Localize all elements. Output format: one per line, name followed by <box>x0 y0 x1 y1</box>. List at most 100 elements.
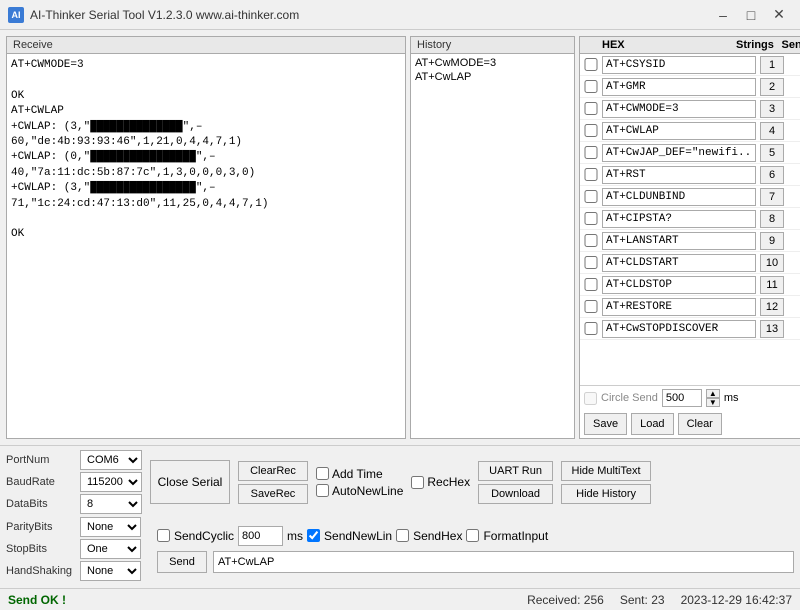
received-info: Received: 256 <box>527 593 604 607</box>
mt-row-checkbox[interactable] <box>584 80 598 93</box>
portnum-select[interactable]: COM6 <box>80 450 142 470</box>
maximize-button[interactable]: □ <box>738 4 764 26</box>
mt-row-send-button[interactable]: 10 <box>760 254 784 272</box>
send-newline-checkbox[interactable] <box>307 529 320 542</box>
mt-row-send-button[interactable]: 8 <box>760 210 784 228</box>
clear-rec-button[interactable]: ClearRec <box>238 461 308 481</box>
mt-row-input[interactable] <box>602 276 756 294</box>
rechex-checkbox[interactable] <box>411 476 424 489</box>
multitext-panel: HEX Strings Send 12345678910111213 Circl… <box>579 36 800 439</box>
mt-row-checkbox[interactable] <box>584 322 598 335</box>
circle-send-row: Circle Send ▲ ▼ ms <box>580 385 800 410</box>
mt-row-send-button[interactable]: 7 <box>760 188 784 206</box>
mt-save-button[interactable]: Save <box>584 413 627 435</box>
rec-buttons: ClearRec SaveRec <box>238 461 308 504</box>
handshaking-select[interactable]: None <box>80 561 141 581</box>
cyclic-input[interactable] <box>238 526 283 546</box>
receive-textarea[interactable]: AT+CWMODE=3 OK AT+CWLAP +CWLAP: (3,"████… <box>7 54 405 438</box>
mt-row-send-button[interactable]: 6 <box>760 166 784 184</box>
send-options-area: SendCyclic ms SendNewLin SendHex FormatI… <box>157 526 794 573</box>
mt-row: 1 <box>580 54 800 76</box>
handshaking-row: HandShaking None <box>6 561 141 581</box>
mt-row-input[interactable] <box>602 210 756 228</box>
mt-row: 7 <box>580 186 800 208</box>
circle-send-up[interactable]: ▲ <box>706 389 720 398</box>
stopbits-label: StopBits <box>6 543 76 555</box>
app-icon: AI <box>8 7 24 23</box>
uart-download-btns: UART Run Download <box>478 461 553 504</box>
format-input-checkbox[interactable] <box>466 529 479 542</box>
paritybits-label: ParityBits <box>6 521 76 533</box>
save-rec-button[interactable]: SaveRec <box>238 484 308 504</box>
auto-newline-checkbox[interactable] <box>316 484 329 497</box>
mt-row-send-button[interactable]: 1 <box>760 56 784 74</box>
window-controls: – □ ✕ <box>710 4 792 26</box>
databits-label: DataBits <box>6 498 76 510</box>
mt-row-checkbox[interactable] <box>584 124 598 137</box>
mt-row-send-button[interactable]: 12 <box>760 298 784 316</box>
mt-row-checkbox[interactable] <box>584 300 598 313</box>
mt-clear-button[interactable]: Clear <box>678 413 722 435</box>
mt-row-checkbox[interactable] <box>584 102 598 115</box>
close-button[interactable]: ✕ <box>766 4 792 26</box>
mt-row: 12 <box>580 296 800 318</box>
circle-send-ms: ms <box>724 392 739 404</box>
status-info: Received: 256 Sent: 23 2023-12-29 16:42:… <box>527 593 792 607</box>
mt-row-checkbox[interactable] <box>584 278 598 291</box>
mt-row-send-button[interactable]: 13 <box>760 320 784 338</box>
mt-row: 3 <box>580 98 800 120</box>
send-hex-checkbox[interactable] <box>396 529 409 542</box>
mt-row-input[interactable] <box>602 254 756 272</box>
mt-row-input[interactable] <box>602 56 756 74</box>
mt-row-input[interactable] <box>602 144 756 162</box>
mt-row-checkbox[interactable] <box>584 58 598 71</box>
hide-history-button[interactable]: Hide History <box>561 484 651 504</box>
multitext-rows: 12345678910111213 <box>580 54 800 385</box>
add-time-checkbox[interactable] <box>316 467 329 480</box>
mt-row-send-button[interactable]: 9 <box>760 232 784 250</box>
minimize-button[interactable]: – <box>710 4 736 26</box>
circle-send-checkbox[interactable] <box>584 392 597 405</box>
mt-row-input[interactable] <box>602 298 756 316</box>
mt-row-checkbox[interactable] <box>584 212 598 225</box>
mt-row-input[interactable] <box>602 166 756 184</box>
mt-row-input[interactable] <box>602 78 756 96</box>
mt-row: 8 <box>580 208 800 230</box>
send-newline-label: SendNewLin <box>324 529 392 543</box>
history-content: AT+CwMODE=3AT+CwLAP <box>411 54 574 438</box>
mt-row-send-button[interactable]: 3 <box>760 100 784 118</box>
hide-multitext-button[interactable]: Hide MultiText <box>561 461 651 481</box>
uart-run-button[interactable]: UART Run <box>478 461 553 481</box>
baudrate-select[interactable]: 115200 <box>80 472 142 492</box>
paritybits-select[interactable]: None <box>80 517 141 537</box>
close-serial-button[interactable]: Close Serial <box>150 460 230 504</box>
mt-row-checkbox[interactable] <box>584 234 598 247</box>
mt-row-checkbox[interactable] <box>584 168 598 181</box>
titlebar: AI AI-Thinker Serial Tool V1.2.3.0 www.a… <box>0 0 800 30</box>
download-button[interactable]: Download <box>478 484 553 504</box>
send-button[interactable]: Send <box>157 551 207 573</box>
send-cyclic-label: SendCyclic <box>174 529 234 543</box>
mt-load-button[interactable]: Load <box>631 413 673 435</box>
stopbits-select[interactable]: One <box>80 539 141 559</box>
send-cyclic-checkbox[interactable] <box>157 529 170 542</box>
mt-row-send-button[interactable]: 2 <box>760 78 784 96</box>
mt-row-input[interactable] <box>602 232 756 250</box>
circle-send-down[interactable]: ▼ <box>706 398 720 407</box>
mt-row: 10 <box>580 252 800 274</box>
mt-row-checkbox[interactable] <box>584 146 598 159</box>
mt-row-input[interactable] <box>602 122 756 140</box>
auto-newline-row: AutoNewLine <box>316 484 403 498</box>
mt-save-load-row: Save Load Clear <box>580 410 800 438</box>
mt-row-send-button[interactable]: 4 <box>760 122 784 140</box>
mt-row-checkbox[interactable] <box>584 256 598 269</box>
send-text-input[interactable] <box>213 551 794 573</box>
mt-row-send-button[interactable]: 5 <box>760 144 784 162</box>
mt-row-send-button[interactable]: 11 <box>760 276 784 294</box>
circle-send-input[interactable] <box>662 389 702 407</box>
mt-row-checkbox[interactable] <box>584 190 598 203</box>
databits-select[interactable]: 8 <box>80 494 142 514</box>
mt-row-input[interactable] <box>602 320 756 338</box>
mt-row-input[interactable] <box>602 100 756 118</box>
mt-row-input[interactable] <box>602 188 756 206</box>
